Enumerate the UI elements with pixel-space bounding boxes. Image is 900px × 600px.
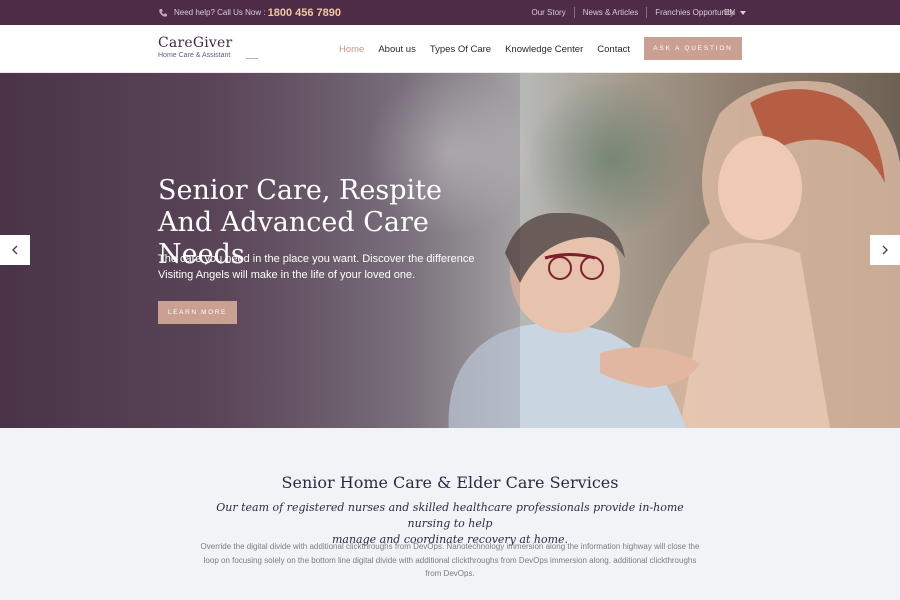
hero-subtitle-line-2: Visiting Angels will make in the life of… bbox=[158, 269, 416, 281]
help-text: Need help? Call Us Now : bbox=[174, 8, 266, 17]
ask-question-button[interactable]: ASK A QUESTION bbox=[644, 37, 742, 60]
phone-icon bbox=[158, 8, 168, 18]
nav-home[interactable]: Home bbox=[339, 44, 364, 55]
learn-more-button[interactable]: LEARN MORE bbox=[158, 301, 237, 324]
logo-underline bbox=[246, 58, 258, 59]
top-link-our-story[interactable]: Our Story bbox=[523, 7, 575, 18]
nav-types-of-care[interactable]: Types Of Care bbox=[430, 44, 491, 55]
services-section: Senior Home Care & Elder Care Services O… bbox=[0, 428, 900, 600]
main-nav: Home About us Types Of Care Knowledge Ce… bbox=[339, 25, 644, 73]
logo-tagline: Home Care & Assistant bbox=[158, 52, 231, 59]
logo[interactable]: CareGiver Home Care & Assistant bbox=[158, 35, 258, 59]
nav-about[interactable]: About us bbox=[378, 44, 416, 55]
services-body: Override the digital divide with additio… bbox=[200, 542, 700, 578]
caret-down-icon bbox=[740, 10, 747, 15]
top-link-news[interactable]: News & Articles bbox=[575, 7, 648, 18]
nav-knowledge-center[interactable]: Knowledge Center bbox=[505, 44, 583, 55]
hero-subtitle: The care you need in the place you want.… bbox=[158, 251, 478, 283]
top-links: Our Story News & Articles Franchies Oppo… bbox=[523, 0, 742, 25]
chevron-left-icon bbox=[12, 245, 18, 255]
hero-title-line-1: Senior Care, Respite bbox=[158, 175, 442, 206]
help-contact: Need help? Call Us Now : 1800 456 7890 bbox=[158, 0, 341, 25]
site-header: CareGiver Home Care & Assistant Home Abo… bbox=[0, 25, 900, 73]
phone-number[interactable]: 1800 456 7890 bbox=[268, 7, 341, 19]
services-lead-line-1: Our team of registered nurses and skille… bbox=[216, 501, 684, 530]
top-bar: Need help? Call Us Now : 1800 456 7890 O… bbox=[0, 0, 900, 25]
nav-contact[interactable]: Contact bbox=[597, 44, 630, 55]
language-selector[interactable]: EN bbox=[724, 0, 747, 25]
hero-slider: Senior Care, Respite And Advanced Care N… bbox=[0, 73, 900, 428]
chevron-right-icon bbox=[882, 245, 888, 255]
language-label: EN bbox=[724, 8, 736, 17]
slider-next-button[interactable] bbox=[870, 235, 900, 265]
hero-subtitle-line-1: The care you need in the place you want.… bbox=[158, 253, 475, 265]
slider-prev-button[interactable] bbox=[0, 235, 30, 265]
services-heading: Senior Home Care & Elder Care Services bbox=[281, 473, 619, 492]
logo-brand: CareGiver bbox=[158, 35, 233, 51]
